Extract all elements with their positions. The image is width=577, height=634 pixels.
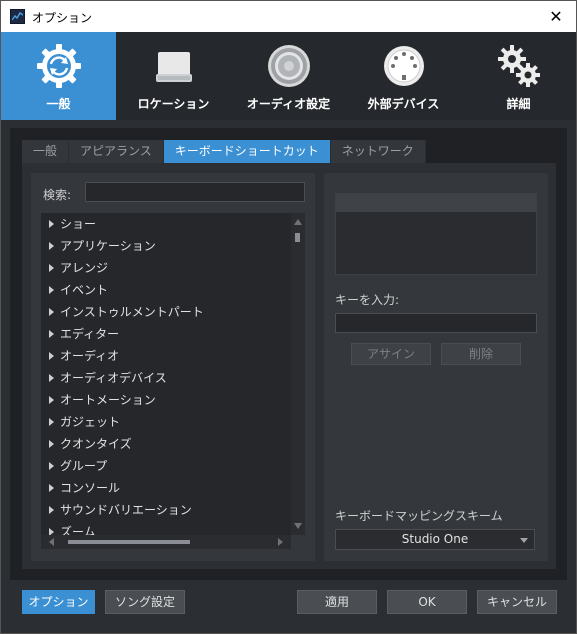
tree-item-label: インストゥルメントパート bbox=[60, 305, 204, 319]
drive-icon bbox=[150, 42, 198, 93]
category-general[interactable]: 一般 bbox=[1, 32, 116, 120]
options-dialog: オプション ✕ 一般 ロケーション オーディオ設定 外部デバイス 詳細 一般 ア… bbox=[0, 0, 577, 634]
vertical-scrollbar[interactable] bbox=[291, 213, 305, 535]
scheme-select[interactable]: Studio One bbox=[335, 529, 535, 550]
list-header bbox=[336, 194, 536, 212]
tree-item-label: アレンジ bbox=[60, 261, 109, 275]
tree-item[interactable]: エディター bbox=[41, 323, 291, 345]
tree-item[interactable]: グループ bbox=[41, 455, 291, 477]
tree-item-label: クオンタイズ bbox=[60, 437, 132, 451]
app-icon bbox=[10, 9, 25, 24]
ok-button[interactable]: OK bbox=[387, 590, 467, 614]
tab-keyboard-shortcuts[interactable]: キーボードショートカット bbox=[163, 140, 331, 163]
chevron-down-icon bbox=[520, 538, 528, 543]
midi-port-icon bbox=[380, 42, 428, 93]
tree-item-label: イベント bbox=[60, 283, 109, 297]
options-button[interactable]: オプション bbox=[22, 590, 95, 614]
command-tree: ショーアプリケーション アレンジイベントインストゥルメントパート エディターオーディ… bbox=[41, 213, 291, 535]
scheme-label: キーボードマッピングスキーム bbox=[335, 509, 503, 523]
category-external-devices[interactable]: 外部デバイス bbox=[346, 32, 461, 120]
tree-item[interactable]: オートメーション bbox=[41, 389, 291, 411]
tree-item-label: エディター bbox=[60, 327, 120, 341]
expand-arrow-icon[interactable] bbox=[49, 462, 54, 470]
expand-arrow-icon[interactable] bbox=[49, 264, 54, 272]
tree-item-label: ショー bbox=[60, 217, 97, 231]
tree-item[interactable]: サウンドバリエーション bbox=[41, 499, 291, 521]
expand-arrow-icon[interactable] bbox=[49, 440, 54, 448]
tab-general[interactable]: 一般 bbox=[22, 140, 70, 163]
search-input[interactable] bbox=[85, 182, 305, 202]
tree-item[interactable]: オーディオデバイス bbox=[41, 367, 291, 389]
title-bar: オプション ✕ bbox=[1, 1, 576, 32]
tree-item[interactable]: ズーム bbox=[41, 521, 291, 535]
scroll-up-icon[interactable] bbox=[294, 219, 302, 225]
category-label: ロケーション bbox=[137, 97, 210, 111]
expand-arrow-icon[interactable] bbox=[49, 528, 54, 535]
tree-item-label: オーディオ bbox=[60, 349, 120, 363]
tree-item[interactable]: アレンジ bbox=[41, 257, 291, 279]
tree-item-label: ズーム bbox=[60, 525, 96, 535]
tree-item[interactable]: コンソール bbox=[41, 477, 291, 499]
scroll-right-icon[interactable] bbox=[278, 538, 283, 546]
tree-item[interactable]: インストゥルメントパート bbox=[41, 301, 291, 323]
tree-item-label: グループ bbox=[60, 459, 108, 473]
tree-item-label: サウンドバリエーション bbox=[60, 503, 192, 517]
category-advanced[interactable]: 詳細 bbox=[461, 32, 576, 120]
gears-icon bbox=[495, 42, 543, 93]
key-entry-label: キーを入力: bbox=[335, 293, 400, 307]
search-label: 検索: bbox=[43, 188, 72, 202]
tab-strip: 一般 アピアランス キーボードショートカット ネットワーク bbox=[22, 140, 426, 163]
expand-arrow-icon[interactable] bbox=[49, 220, 54, 228]
cancel-button[interactable]: キャンセル bbox=[477, 590, 557, 614]
category-audio-settings[interactable]: オーディオ設定 bbox=[231, 32, 346, 120]
expand-arrow-icon[interactable] bbox=[49, 286, 54, 294]
expand-arrow-icon[interactable] bbox=[49, 418, 54, 426]
tree-item-label: オーディオデバイス bbox=[60, 371, 167, 385]
tree-item-label: コンソール bbox=[60, 481, 121, 495]
category-label: 一般 bbox=[46, 97, 71, 111]
tab-appearance[interactable]: アピアランス bbox=[69, 140, 164, 163]
expand-arrow-icon[interactable] bbox=[49, 484, 54, 492]
category-location[interactable]: ロケーション bbox=[116, 32, 231, 120]
speaker-icon bbox=[265, 42, 313, 93]
key-entry-field[interactable] bbox=[335, 313, 537, 333]
tree-item-label: オートメーション bbox=[60, 393, 156, 407]
category-label: 外部デバイス bbox=[367, 97, 440, 111]
category-label: オーディオ設定 bbox=[246, 97, 331, 111]
expand-arrow-icon[interactable] bbox=[49, 396, 54, 404]
scroll-thumb[interactable] bbox=[68, 540, 190, 544]
tree-item[interactable]: クオンタイズ bbox=[41, 433, 291, 455]
delete-button[interactable]: 削除 bbox=[441, 343, 521, 365]
expand-arrow-icon[interactable] bbox=[49, 330, 54, 338]
close-icon[interactable]: ✕ bbox=[536, 1, 576, 32]
sync-gear-icon bbox=[35, 42, 83, 93]
expand-arrow-icon[interactable] bbox=[49, 308, 54, 316]
tree-item[interactable]: オーディオ bbox=[41, 345, 291, 367]
category-bar: 一般 ロケーション オーディオ設定 外部デバイス 詳細 bbox=[1, 32, 576, 120]
scroll-left-icon[interactable] bbox=[49, 538, 54, 546]
tree-item[interactable]: ショー bbox=[41, 213, 291, 235]
window-title: オプション bbox=[32, 11, 93, 25]
expand-arrow-icon[interactable] bbox=[49, 242, 54, 250]
horizontal-scrollbar[interactable] bbox=[41, 535, 291, 549]
tab-network[interactable]: ネットワーク bbox=[330, 140, 426, 163]
tree-item-label: ガジェット bbox=[60, 415, 121, 429]
apply-button[interactable]: 適用 bbox=[297, 590, 377, 614]
tree-item[interactable]: イベント bbox=[41, 279, 291, 301]
assigned-keys-list[interactable] bbox=[335, 193, 537, 275]
tree-item[interactable]: ガジェット bbox=[41, 411, 291, 433]
tree-item[interactable]: アプリケーション bbox=[41, 235, 291, 257]
expand-arrow-icon[interactable] bbox=[49, 352, 54, 360]
category-label: 詳細 bbox=[506, 97, 531, 111]
scroll-down-icon[interactable] bbox=[294, 523, 302, 529]
expand-arrow-icon[interactable] bbox=[49, 374, 54, 382]
expand-arrow-icon[interactable] bbox=[49, 506, 54, 514]
tree-item-label: アプリケーション bbox=[60, 239, 156, 253]
assign-button[interactable]: アサイン bbox=[351, 343, 431, 365]
scheme-value: Studio One bbox=[401, 532, 469, 546]
song-settings-button[interactable]: ソング設定 bbox=[105, 590, 185, 614]
scroll-thumb[interactable] bbox=[295, 233, 300, 242]
